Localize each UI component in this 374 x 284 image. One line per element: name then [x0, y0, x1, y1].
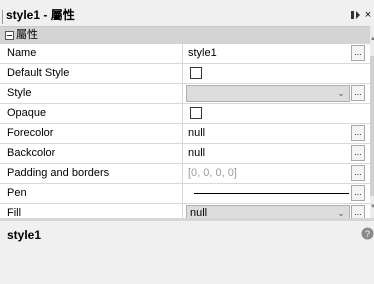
fill-combo[interactable]: null ⌄ — [186, 205, 350, 219]
scrollbar-thumb[interactable] — [370, 56, 374, 196]
property-row-padding-and-borders[interactable]: Padding and borders [0, 0, 0, 0] ... — [0, 164, 370, 184]
property-name: Name — [0, 44, 183, 63]
close-icon[interactable]: × — [362, 8, 374, 22]
property-value-cell[interactable]: ⌄ ... — [184, 84, 370, 103]
default-style-checkbox[interactable] — [190, 67, 202, 79]
property-grid: 屬性 Name style1 ... Default Style Style ⌄… — [0, 26, 370, 219]
property-name: Forecolor — [0, 124, 183, 143]
property-name: Default Style — [0, 64, 183, 83]
opaque-checkbox[interactable] — [190, 107, 202, 119]
backcolor-ellipsis-button[interactable]: ... — [351, 145, 365, 161]
name-ellipsis-button[interactable]: ... — [351, 45, 365, 61]
help-icon[interactable]: ? — [361, 227, 374, 240]
svg-text:?: ? — [365, 229, 370, 239]
property-name: Style — [0, 84, 183, 103]
restore-panel-icon[interactable] — [350, 9, 362, 21]
property-value-cell[interactable]: null ⌄ ... — [184, 204, 370, 219]
property-value-cell[interactable] — [184, 104, 370, 123]
property-row-opaque[interactable]: Opaque — [0, 104, 370, 124]
property-name: Backcolor — [0, 144, 183, 163]
property-row-default-style[interactable]: Default Style — [0, 64, 370, 84]
titlebar-edge — [2, 10, 3, 24]
description-pane: style1 ? — [0, 221, 374, 284]
property-value-cell[interactable]: ... — [184, 184, 370, 203]
pen-preview-line — [194, 193, 349, 194]
forecolor-value[interactable]: null — [188, 124, 205, 143]
property-value-cell[interactable]: style1 ... — [184, 44, 370, 63]
property-name: Opaque — [0, 104, 183, 123]
style-combo[interactable]: ⌄ — [186, 85, 350, 102]
property-row-pen[interactable]: Pen ... — [0, 184, 370, 204]
property-value-cell[interactable] — [184, 64, 370, 83]
property-row-forecolor[interactable]: Forecolor null ... — [0, 124, 370, 144]
description-title: style1 — [7, 228, 42, 242]
panel-titlebar: style1 - 屬性 × — [0, 0, 374, 26]
category-row[interactable]: 屬性 — [0, 27, 370, 44]
property-row-name[interactable]: Name style1 ... — [0, 44, 370, 64]
property-value-cell[interactable]: null ... — [184, 124, 370, 143]
property-name: Fill — [0, 204, 183, 219]
category-label: 屬性 — [16, 29, 38, 41]
padding-ellipsis-button[interactable]: ... — [351, 165, 365, 181]
property-value-cell[interactable]: null ... — [184, 144, 370, 163]
collapse-toggle-icon[interactable] — [5, 31, 14, 40]
chevron-down-icon[interactable]: ⌄ — [336, 87, 346, 100]
scroll-down-icon[interactable]: ▼ — [370, 204, 374, 210]
property-name: Pen — [0, 184, 183, 203]
name-value[interactable]: style1 — [188, 44, 217, 63]
property-row-backcolor[interactable]: Backcolor null ... — [0, 144, 370, 164]
property-row-style[interactable]: Style ⌄ ... — [0, 84, 370, 104]
fill-ellipsis-button[interactable]: ... — [351, 205, 365, 219]
property-row-fill[interactable]: Fill null ⌄ ... — [0, 204, 370, 219]
backcolor-value[interactable]: null — [188, 144, 205, 163]
scroll-up-icon[interactable]: ▲ — [370, 36, 374, 42]
property-name: Padding and borders — [0, 164, 183, 183]
padding-value[interactable]: [0, 0, 0, 0] — [188, 164, 237, 183]
pen-ellipsis-button[interactable]: ... — [351, 185, 365, 201]
vertical-scrollbar[interactable]: ▲ ▼ — [370, 26, 374, 218]
forecolor-ellipsis-button[interactable]: ... — [351, 125, 365, 141]
style-ellipsis-button[interactable]: ... — [351, 85, 365, 101]
property-value-cell[interactable]: [0, 0, 0, 0] ... — [184, 164, 370, 183]
panel-title: style1 - 屬性 — [6, 8, 75, 22]
